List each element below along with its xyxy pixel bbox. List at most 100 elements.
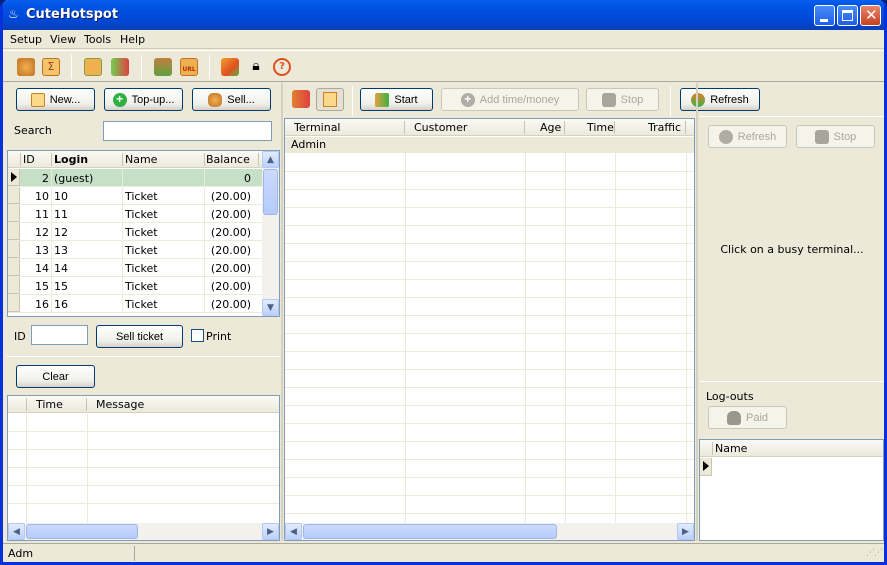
cell-login: 16 (54, 298, 68, 311)
column-header-id[interactable]: ID (23, 153, 35, 166)
table-row[interactable]: 15 15 Ticket (20.00) (8, 277, 279, 295)
table-row[interactable]: 10 10 Ticket (20.00) (8, 187, 279, 205)
scroll-right-button[interactable]: ▶ (677, 523, 694, 540)
scroll-left-button[interactable]: ◀ (8, 523, 25, 540)
scroll-thumb[interactable] (26, 524, 138, 539)
column-header-terminal[interactable]: Terminal (294, 121, 341, 134)
table-row[interactable]: 2 (guest) 0 (8, 169, 279, 187)
toolbar-separator (141, 55, 142, 79)
sell-ticket-button[interactable]: Sell ticket (96, 325, 183, 348)
menu-help[interactable]: Help (120, 33, 145, 46)
scroll-thumb[interactable] (303, 524, 557, 539)
scroll-up-button[interactable]: ▲ (262, 151, 279, 168)
cell-name: Ticket (125, 298, 158, 311)
lock-icon[interactable]: 🔒︎ (247, 58, 265, 76)
maximize-button[interactable] (837, 5, 858, 26)
stop-button[interactable]: Stop (586, 88, 659, 111)
table-row[interactable]: 16 16 Ticket (20.00) (8, 295, 279, 313)
grid-line (285, 261, 694, 262)
cell-name: Ticket (125, 208, 158, 221)
accounts-vertical-scrollbar[interactable]: ▲ ▼ (262, 151, 279, 316)
table-row[interactable] (700, 458, 883, 476)
print-checkbox[interactable] (191, 329, 204, 342)
window-title: CuteHotspot (26, 7, 119, 22)
grid-line (285, 387, 694, 388)
add-time-money-button[interactable]: + Add time/money (441, 88, 579, 111)
logouts-grid-header: Name (700, 440, 883, 457)
swap-terminals-icon[interactable] (292, 90, 310, 108)
help-icon[interactable]: ? (273, 58, 291, 76)
url-icon[interactable]: URL (180, 58, 198, 76)
terminal-group-label: Admin (291, 138, 327, 151)
scroll-left-button[interactable]: ◀ (285, 523, 302, 540)
topup-button[interactable]: + Top-up... (104, 88, 183, 111)
table-row[interactable]: 14 14 Ticket (20.00) (8, 259, 279, 277)
right-splitter[interactable] (696, 83, 698, 541)
terminals-horizontal-scrollbar[interactable]: ◀ ▶ (285, 523, 694, 540)
checklist-icon[interactable] (221, 58, 239, 76)
price-tag-icon[interactable] (84, 58, 102, 76)
column-header-name[interactable]: Name (125, 153, 157, 166)
session-stop-label: Stop (833, 130, 857, 143)
session-stop-button[interactable]: Stop (796, 125, 875, 148)
cell-name: Ticket (125, 226, 158, 239)
grid-line (285, 423, 694, 424)
money-bag-icon (726, 410, 741, 425)
column-header-time[interactable]: Time (36, 398, 63, 411)
table-row[interactable]: 13 13 Ticket (20.00) (8, 241, 279, 259)
column-header-traffic[interactable]: Traffic (648, 121, 681, 134)
session-refresh-button[interactable]: Refresh (708, 125, 787, 148)
paid-button[interactable]: Paid (708, 406, 787, 429)
minimize-button[interactable] (814, 5, 835, 26)
column-header-name[interactable]: Name (715, 442, 747, 455)
menu-setup[interactable]: Setup (10, 33, 42, 46)
tickets-icon[interactable] (111, 58, 129, 76)
cell-balance: (20.00) (210, 190, 251, 203)
row-header (8, 241, 20, 258)
close-button[interactable]: ✕ (860, 5, 881, 26)
toolbar-separator (209, 55, 210, 79)
column-header-balance[interactable]: Balance (206, 153, 250, 166)
cell-login: 12 (54, 226, 68, 239)
users-icon[interactable] (154, 58, 172, 76)
refresh-icon (691, 92, 706, 107)
cell-login: 10 (54, 190, 68, 203)
clear-log-button[interactable]: Clear (16, 365, 95, 388)
menu-view[interactable]: View (50, 33, 76, 46)
resize-grip-icon[interactable]: ⋰⋰ (866, 548, 883, 558)
row-header (8, 205, 20, 222)
ticket-id-input[interactable] (31, 325, 88, 345)
sum-report-icon[interactable]: Σ (42, 58, 60, 76)
column-header-customer[interactable]: Customer (414, 121, 467, 134)
title-bar[interactable]: ♨ CuteHotspot ✕ (3, 0, 884, 30)
refresh-button-label: Refresh (710, 93, 749, 106)
sell-button[interactable]: Sell... (192, 88, 271, 111)
log-horizontal-scrollbar[interactable]: ◀ ▶ (8, 523, 279, 540)
scroll-thumb[interactable] (263, 169, 278, 215)
row-header (8, 223, 20, 240)
burger-icon[interactable] (17, 58, 35, 76)
grid-line (285, 351, 694, 352)
grid-line (285, 459, 694, 460)
cell-balance: (20.00) (210, 262, 251, 275)
start-button-label: Start (394, 93, 418, 106)
scroll-right-button[interactable]: ▶ (262, 523, 279, 540)
column-header-age[interactable]: Age (540, 121, 561, 134)
start-button[interactable]: Start (360, 88, 433, 111)
new-account-button[interactable]: New... (16, 88, 95, 111)
scroll-down-button[interactable]: ▼ (262, 299, 279, 316)
cell-id: 15 (35, 280, 49, 293)
column-header-login[interactable]: Login (54, 153, 88, 166)
column-header-time[interactable]: Time (587, 121, 614, 134)
table-row[interactable]: 11 11 Ticket (20.00) (8, 205, 279, 223)
terminal-group-row[interactable]: Admin (285, 137, 694, 153)
cell-balance: (20.00) (210, 280, 251, 293)
left-splitter[interactable] (281, 83, 283, 541)
table-row[interactable]: 12 12 Ticket (20.00) (8, 223, 279, 241)
cell-balance: (20.00) (210, 226, 251, 239)
column-header-message[interactable]: Message (96, 398, 144, 411)
toggle-view-button[interactable] (316, 88, 344, 111)
refresh-button[interactable]: Refresh (680, 88, 760, 111)
search-input[interactable] (103, 121, 272, 141)
menu-tools[interactable]: Tools (84, 33, 111, 46)
